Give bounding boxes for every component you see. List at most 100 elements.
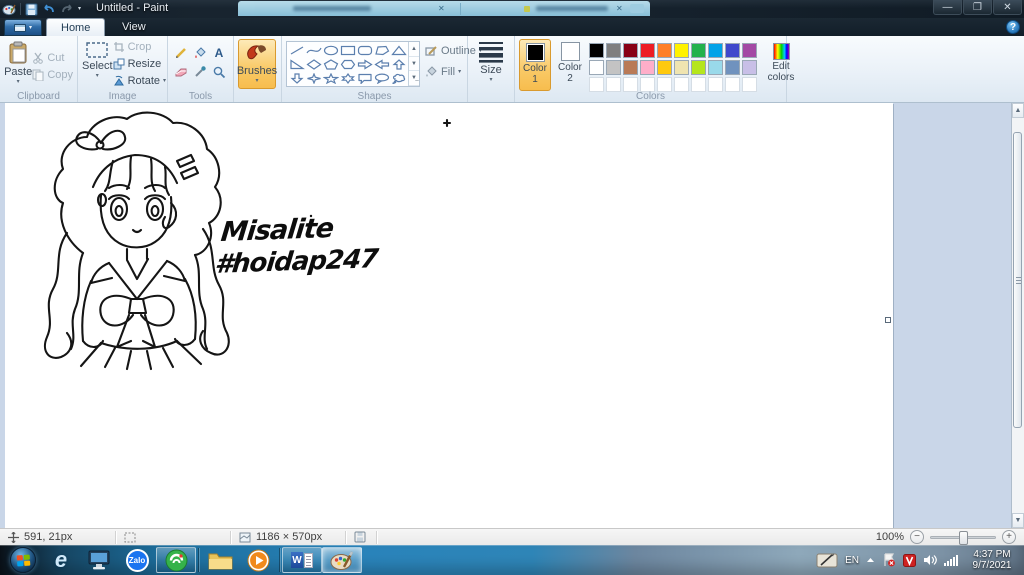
restore-button[interactable]: ❐ xyxy=(963,0,992,15)
color1-button[interactable]: Color 1 xyxy=(519,39,551,91)
palette-color-swatch[interactable] xyxy=(640,60,655,75)
palette-color-swatch[interactable] xyxy=(742,60,757,75)
tab-view[interactable]: View xyxy=(108,18,160,36)
resize-button[interactable]: Resize xyxy=(113,56,166,72)
palette-empty-swatch[interactable] xyxy=(674,77,689,92)
palette-color-swatch[interactable] xyxy=(742,43,757,58)
vertical-scrollbar[interactable]: ▲ ▼ xyxy=(1011,103,1024,528)
taskbar-item-zalo[interactable]: Zalo xyxy=(118,546,156,574)
zoom-in-button[interactable]: + xyxy=(1002,530,1016,544)
shape-rectangle[interactable] xyxy=(339,43,356,57)
close-button[interactable]: ✕ xyxy=(993,0,1022,15)
shape-polygon[interactable] xyxy=(373,43,390,57)
start-button[interactable] xyxy=(4,546,42,574)
save-icon[interactable] xyxy=(25,3,38,16)
shape-line[interactable] xyxy=(288,43,305,57)
brushes-button[interactable]: Brushes ▾ xyxy=(237,39,277,89)
unikey-icon[interactable] xyxy=(903,553,916,567)
palette-color-swatch[interactable] xyxy=(691,43,706,58)
shape-pentagon[interactable] xyxy=(322,57,339,71)
taskbar-clock[interactable]: 4:37 PM 9/7/2021 xyxy=(966,549,1018,571)
palette-empty-swatch[interactable] xyxy=(691,77,706,92)
shape-six-point-star[interactable] xyxy=(339,71,356,85)
shape-four-point-star[interactable] xyxy=(305,71,322,85)
magnifier-tool-button[interactable] xyxy=(210,63,228,81)
palette-color-swatch[interactable] xyxy=(691,60,706,75)
pencil-tool-button[interactable] xyxy=(172,44,190,62)
eraser-tool-button[interactable] xyxy=(172,63,190,81)
shapes-scroll-up-icon[interactable]: ▲ xyxy=(409,42,419,57)
shape-five-point-star[interactable] xyxy=(322,71,339,85)
shape-down-arrow[interactable] xyxy=(288,71,305,85)
zoom-slider-track[interactable] xyxy=(930,530,996,545)
zoom-out-button[interactable]: − xyxy=(910,530,924,544)
network-signal-icon[interactable] xyxy=(944,554,959,566)
rotate-button[interactable]: Rotate ▾ xyxy=(113,73,166,89)
shapes-more-icon[interactable]: ▼̲ xyxy=(409,71,419,87)
palette-empty-swatch[interactable] xyxy=(657,77,672,92)
shape-curve[interactable] xyxy=(305,43,322,57)
select-button[interactable]: Select ▾ xyxy=(82,39,113,89)
taskbar-item-word[interactable]: W xyxy=(282,547,322,573)
palette-color-swatch[interactable] xyxy=(725,60,740,75)
palette-empty-swatch[interactable] xyxy=(725,77,740,92)
fill-tool-button[interactable] xyxy=(191,44,209,62)
palette-empty-swatch[interactable] xyxy=(623,77,638,92)
palette-color-swatch[interactable] xyxy=(708,43,723,58)
edit-colors-button[interactable]: Edit colors xyxy=(762,39,800,89)
palette-color-swatch[interactable] xyxy=(589,43,604,58)
speaker-icon[interactable] xyxy=(923,554,937,566)
shape-oval-callout[interactable] xyxy=(373,71,390,85)
shape-up-arrow[interactable] xyxy=(390,57,407,71)
color-picker-tool-button[interactable] xyxy=(191,63,209,81)
shape-rounded-rectangle[interactable] xyxy=(356,43,373,57)
shape-triangle[interactable] xyxy=(390,43,407,57)
palette-empty-swatch[interactable] xyxy=(640,77,655,92)
shape-oval[interactable] xyxy=(322,43,339,57)
undo-icon[interactable] xyxy=(42,3,56,15)
palette-color-swatch[interactable] xyxy=(606,43,621,58)
tab-home[interactable]: Home xyxy=(46,18,106,36)
taskbar-item-media-player[interactable] xyxy=(239,546,277,574)
palette-color-swatch[interactable] xyxy=(657,43,672,58)
scroll-up-icon[interactable]: ▲ xyxy=(1012,103,1024,118)
palette-empty-swatch[interactable] xyxy=(589,77,604,92)
palette-empty-swatch[interactable] xyxy=(742,77,757,92)
taskbar-item-explorer[interactable] xyxy=(201,546,239,574)
taskbar-item-paint[interactable] xyxy=(322,547,362,573)
qat-dropdown-icon[interactable]: ▾ xyxy=(78,6,81,12)
palette-color-swatch[interactable] xyxy=(674,43,689,58)
shape-right-arrow[interactable] xyxy=(356,57,373,71)
tablet-input-icon[interactable] xyxy=(816,551,838,569)
palette-color-swatch[interactable] xyxy=(725,43,740,58)
scrollbar-thumb[interactable] xyxy=(1013,132,1022,428)
palette-color-swatch[interactable] xyxy=(623,43,638,58)
palette-color-swatch[interactable] xyxy=(623,60,638,75)
shape-diamond[interactable] xyxy=(305,57,322,71)
scroll-down-icon[interactable]: ▼ xyxy=(1012,513,1024,528)
palette-empty-swatch[interactable] xyxy=(708,77,723,92)
palette-color-swatch[interactable] xyxy=(640,43,655,58)
taskbar-item-internet-explorer[interactable]: e xyxy=(42,546,80,574)
minimize-button[interactable]: — xyxy=(933,0,962,15)
help-button[interactable]: ? xyxy=(1006,20,1020,34)
color2-button[interactable]: Color 2 xyxy=(555,39,585,91)
paste-button[interactable]: Paste ▾ xyxy=(4,39,32,89)
shape-hexagon[interactable] xyxy=(339,57,356,71)
shape-cloud-callout[interactable] xyxy=(390,71,407,85)
shape-left-arrow[interactable] xyxy=(373,57,390,71)
text-tool-button[interactable]: A xyxy=(210,44,228,62)
palette-color-swatch[interactable] xyxy=(708,60,723,75)
palette-color-swatch[interactable] xyxy=(606,60,621,75)
shape-right-triangle[interactable] xyxy=(288,57,305,71)
shape-rounded-callout[interactable] xyxy=(356,71,373,85)
zoom-slider-thumb[interactable] xyxy=(959,530,968,545)
palette-color-swatch[interactable] xyxy=(657,60,672,75)
palette-color-swatch[interactable] xyxy=(674,60,689,75)
drawing-canvas[interactable]: Misalite #hoidap247 xyxy=(5,103,893,528)
taskbar-item-coccoc[interactable] xyxy=(156,547,196,573)
palette-color-swatch[interactable] xyxy=(589,60,604,75)
scrollbar-track[interactable] xyxy=(1012,118,1024,513)
shapes-scroll-down-icon[interactable]: ▼ xyxy=(409,57,419,72)
paint-menu-button[interactable]: ▾ xyxy=(4,19,42,36)
